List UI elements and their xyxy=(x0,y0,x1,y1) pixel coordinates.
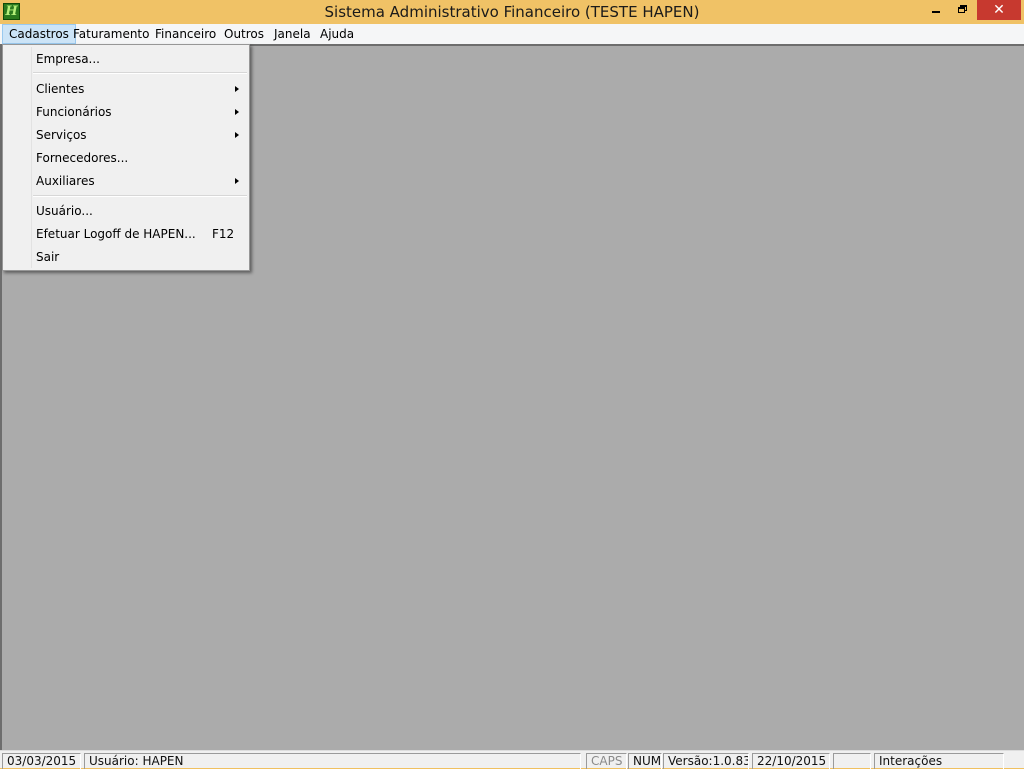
status-bar: 03/03/2015 Usuário: HAPEN CAPS NUM Versã… xyxy=(0,750,1024,769)
status-date: 03/03/2015 xyxy=(2,753,81,769)
status-user: Usuário: HAPEN xyxy=(84,753,581,769)
title-bar[interactable]: H Sistema Administrativo Financeiro (TES… xyxy=(0,0,1024,24)
menu-item-funcionarios[interactable]: Funcionários xyxy=(5,101,247,123)
application-window: H Sistema Administrativo Financeiro (TES… xyxy=(0,0,1024,769)
close-icon: ✕ xyxy=(993,2,1005,18)
menu-outros[interactable]: Outros xyxy=(218,24,270,44)
menu-item-fornecedores[interactable]: Fornecedores... xyxy=(5,147,247,169)
restore-button[interactable] xyxy=(950,0,976,20)
close-button[interactable]: ✕ xyxy=(977,0,1021,20)
status-num: NUM xyxy=(628,753,662,769)
menu-cadastros[interactable]: Cadastros xyxy=(2,24,76,44)
menu-faturamento[interactable]: Faturamento xyxy=(67,24,155,44)
status-version: Versão:1.0.83 xyxy=(663,753,749,769)
menu-ajuda[interactable]: Ajuda xyxy=(314,24,360,44)
menu-item-clientes[interactable]: Clientes xyxy=(5,78,247,100)
menu-item-label: Empresa... xyxy=(36,52,100,66)
menu-item-label: Auxiliares xyxy=(36,174,95,188)
status-empty-panel xyxy=(833,753,871,769)
minimize-icon xyxy=(932,11,940,13)
status-interacoes: Interações xyxy=(874,753,1004,769)
menu-item-auxiliares[interactable]: Auxiliares xyxy=(5,170,247,192)
menu-item-sair[interactable]: Sair xyxy=(5,246,247,268)
menu-item-logoff[interactable]: Efetuar Logoff de HAPEN... F12 xyxy=(5,223,247,245)
submenu-arrow-icon xyxy=(235,178,239,184)
menu-item-label: Serviços xyxy=(36,128,87,142)
submenu-arrow-icon xyxy=(235,132,239,138)
menu-financeiro[interactable]: Financeiro xyxy=(149,24,222,44)
menu-item-label: Usuário... xyxy=(36,204,93,218)
status-caps: CAPS xyxy=(586,753,627,769)
menu-item-empresa[interactable]: Empresa... xyxy=(5,48,247,70)
menu-item-shortcut: F12 xyxy=(212,227,235,241)
restore-icon xyxy=(958,5,967,13)
menu-bar: Cadastros Faturamento Financeiro Outros … xyxy=(0,24,1024,44)
window-title: Sistema Administrativo Financeiro (TESTE… xyxy=(324,3,700,21)
menu-item-usuario[interactable]: Usuário... xyxy=(5,200,247,222)
menu-separator xyxy=(33,72,247,74)
menu-item-label: Clientes xyxy=(36,82,85,96)
status-build-date: 22/10/2015 xyxy=(752,753,830,769)
menu-item-label: Sair xyxy=(36,250,60,264)
menu-item-label: Funcionários xyxy=(36,105,112,119)
menu-item-label: Efetuar Logoff de HAPEN... xyxy=(36,227,196,241)
menu-janela[interactable]: Janela xyxy=(268,24,317,44)
minimize-button[interactable] xyxy=(922,0,950,20)
menu-separator xyxy=(33,195,247,197)
submenu-arrow-icon xyxy=(235,109,239,115)
menu-item-servicos[interactable]: Serviços xyxy=(5,124,247,146)
cadastros-dropdown-menu: Empresa... Clientes Funcionários Serviço… xyxy=(2,44,250,271)
menu-item-label: Fornecedores... xyxy=(36,151,129,165)
submenu-arrow-icon xyxy=(235,86,239,92)
